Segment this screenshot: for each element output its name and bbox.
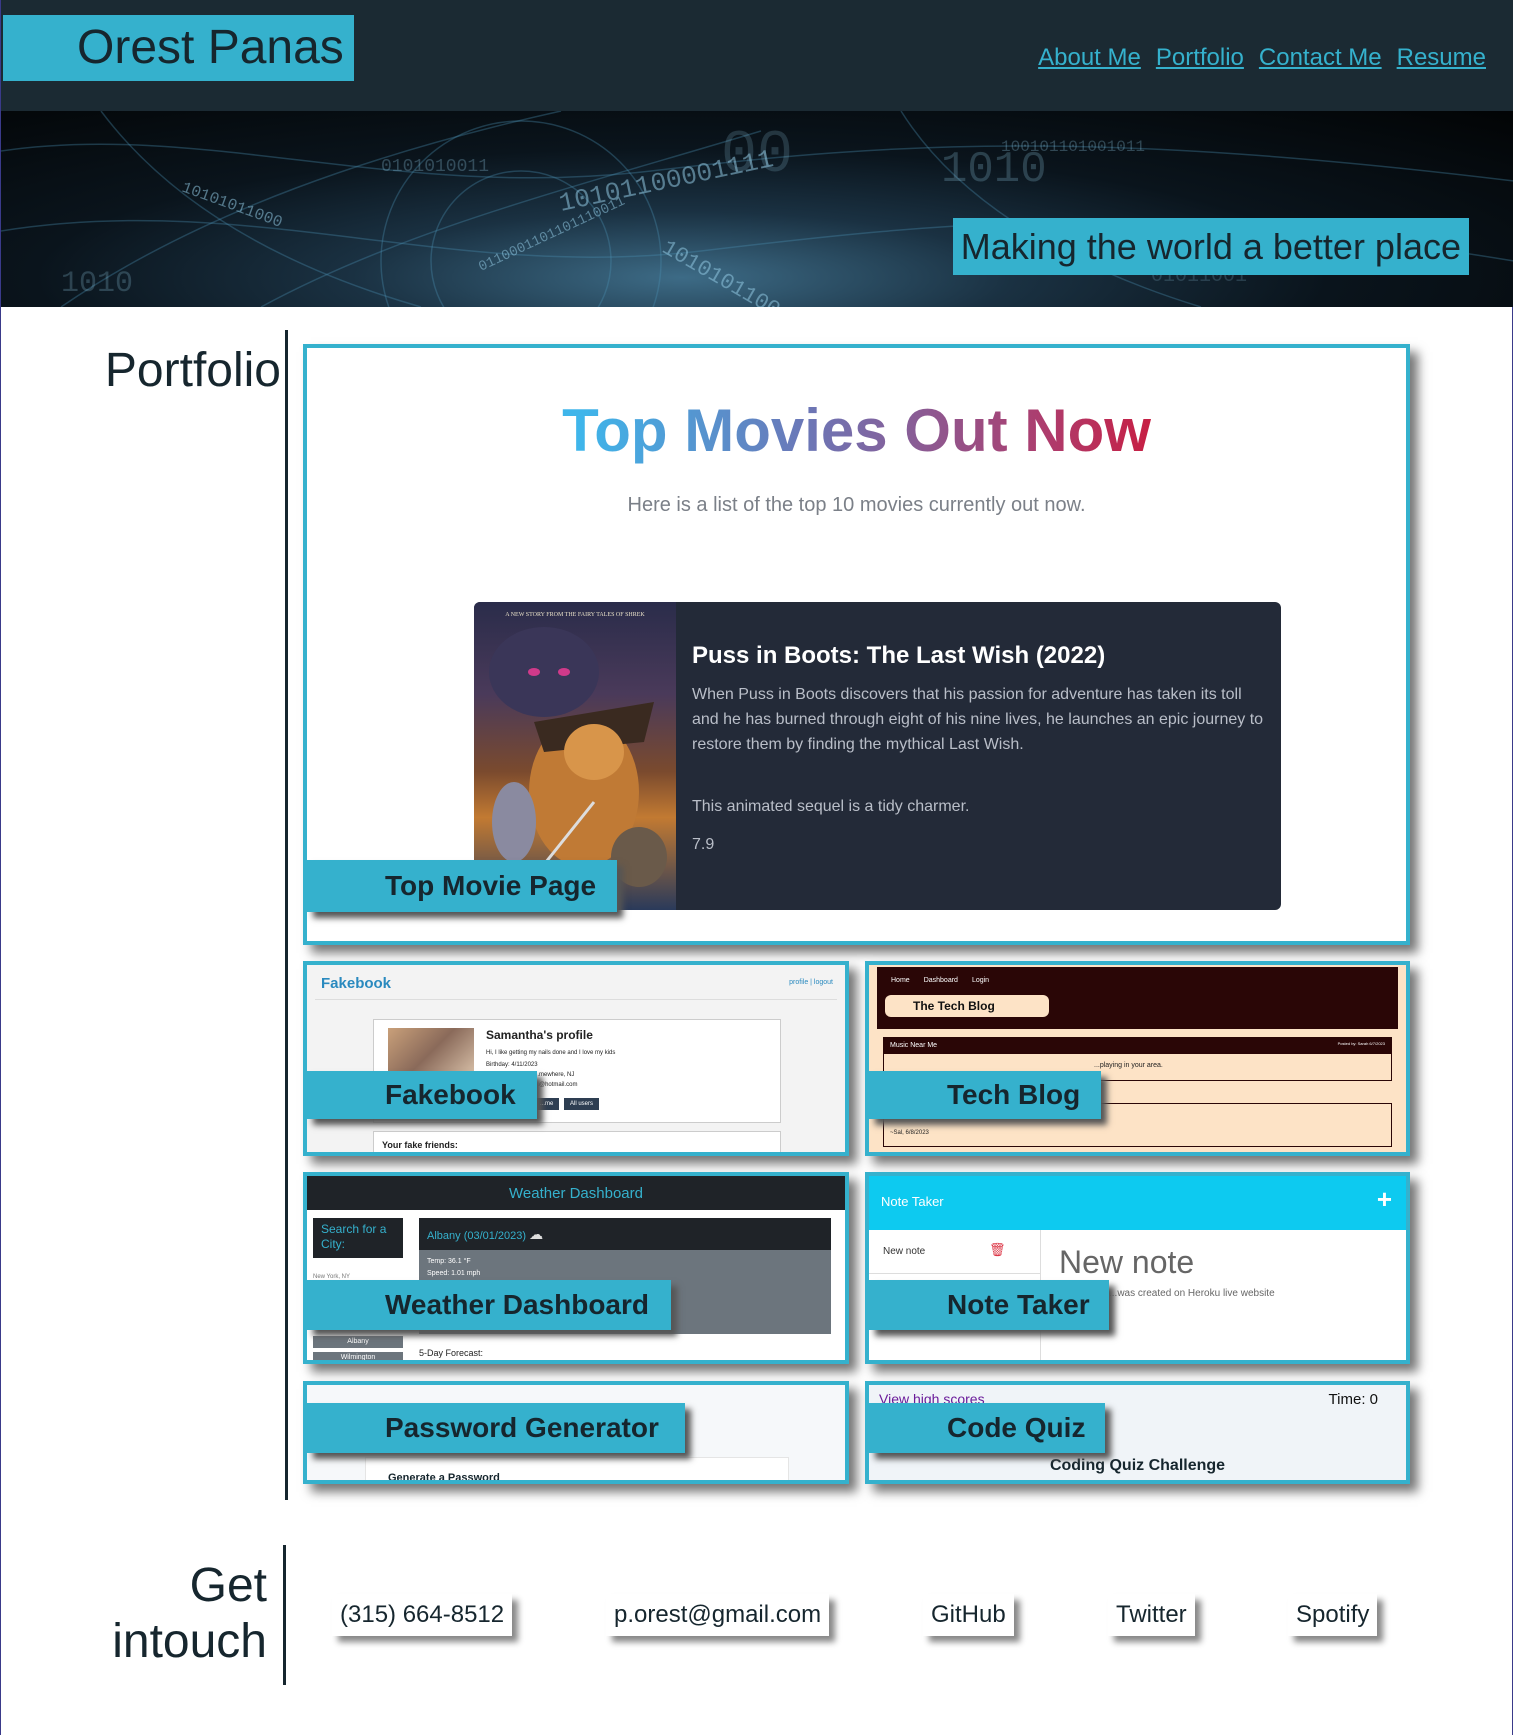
- nav-contact-me[interactable]: Contact Me: [1259, 44, 1382, 72]
- project-label-top-movie-page: Top Movie Page: [307, 860, 617, 912]
- portfolio-divider: [285, 330, 288, 1500]
- note-taker-preview: Note Taker + New note 🗑 New note ...was …: [869, 1176, 1406, 1360]
- project-card-code-quiz[interactable]: View high scores Time: 0 Coding Quiz Cha…: [865, 1381, 1410, 1484]
- profile-button-1: ...me: [534, 1098, 560, 1110]
- movie-description: When Puss in Boots discovers that his pa…: [692, 686, 1264, 753]
- trash-icon: 🗑: [989, 1242, 1006, 1257]
- plus-icon: +: [1376, 1184, 1392, 1214]
- poster-caption: A NEW STORY FROM THE FAIRY TALES OF SHRE…: [505, 612, 645, 618]
- svg-text:0110001101101110011: 0110001101101110011: [476, 194, 627, 276]
- weather-wind: Speed: 1.01 mph: [427, 1270, 481, 1277]
- note-list-item: New note 🗑: [869, 1230, 1040, 1274]
- note-body: ...was created on Heroku live website: [1109, 1288, 1275, 1299]
- project-card-weather-dashboard[interactable]: Weather Dashboard Search for a City: New…: [303, 1172, 849, 1364]
- portfolio-title: Portfolio: [104, 344, 281, 397]
- profile-birthday: Birthday: 4/11/2023: [486, 1062, 538, 1068]
- tech-blog-nav-home: Home: [891, 977, 910, 984]
- weather-temp: Temp: 36.1 °F: [427, 1258, 471, 1265]
- profile-location: ...mewhere, NJ: [534, 1072, 575, 1078]
- fakebook-friends-card: Your fake friends:: [373, 1131, 781, 1152]
- svg-text:100101101001011: 100101101001011: [1001, 138, 1145, 156]
- note-list-item-title: New note: [883, 1246, 926, 1257]
- nav-portfolio[interactable]: Portfolio: [1156, 44, 1244, 72]
- weather-forecast-heading: 5-Day Forecast:: [419, 1348, 484, 1358]
- preview-movies-heading: Top Movies Out Now: [307, 396, 1406, 465]
- project-label-weather-dashboard: Weather Dashboard: [307, 1280, 671, 1330]
- contact-title: Get intouch: [112, 1559, 267, 1668]
- profile-button-all-users: All users: [564, 1098, 600, 1110]
- weather-history-albany: Albany: [313, 1336, 403, 1348]
- movie-rating: 7.9: [692, 836, 715, 853]
- preview-movies-subheading: Here is a list of the top 10 movies curr…: [627, 494, 1086, 516]
- project-card-password-generator[interactable]: Generate a Password Password Generator: [303, 1381, 849, 1484]
- hero-banner: 10101100001111 0110001101101110011 10101…: [1, 111, 1513, 307]
- profile-email: ...@hotmail.com: [534, 1082, 578, 1088]
- svg-text:1010: 1010: [61, 267, 133, 301]
- weather-title: Weather Dashboard: [307, 1176, 845, 1210]
- cloud-icon: ☁: [529, 1226, 544, 1242]
- project-label-tech-blog: Tech Blog: [869, 1071, 1101, 1119]
- binary-background-image: 10101100001111 0110001101101110011 10101…: [1, 111, 1513, 307]
- contact-spotify-link[interactable]: Spotify: [1288, 1594, 1378, 1636]
- svg-text:1010101100: 1010101100: [658, 235, 785, 307]
- project-label-code-quiz: Code Quiz: [869, 1403, 1105, 1453]
- project-card-tech-blog[interactable]: Home Dashboard Login The Tech Blog Music…: [865, 961, 1410, 1156]
- svg-text:00: 00: [721, 122, 793, 190]
- contact-phone-link[interactable]: (315) 664-8512: [332, 1594, 513, 1636]
- quiz-timer: Time: 0: [1328, 1391, 1378, 1408]
- post-meta: Posted by: Sarah 6/7/2023: [1337, 1041, 1385, 1046]
- tech-blog-header: Home Dashboard Login The Tech Blog: [877, 967, 1398, 1029]
- tech-blog-nav-login: Login: [971, 977, 990, 984]
- svg-text:0101010011: 0101010011: [381, 157, 489, 177]
- project-card-note-taker[interactable]: Note Taker + New note 🗑 New note ...was …: [865, 1172, 1410, 1364]
- friends-heading: Your fake friends:: [382, 1140, 458, 1150]
- profile-photo: [388, 1028, 474, 1076]
- movie-title: Puss in Boots: The Last Wish (2022): [692, 642, 1106, 669]
- movie-tagline: This animated sequel is a tidy charmer.: [692, 798, 970, 815]
- project-label-note-taker: Note Taker: [869, 1280, 1109, 1330]
- post-body: ...playing in your area.: [1094, 1062, 1163, 1069]
- note-taker-title: Note Taker: [881, 1194, 944, 1209]
- profile-bio: Hi, I like getting my nails done and I l…: [486, 1050, 616, 1056]
- password-generator-heading: Generate a Password: [388, 1472, 500, 1484]
- nav-resume[interactable]: Resume: [1397, 44, 1486, 72]
- site-header: Orest Panas About Me Portfolio Contact M…: [1, 0, 1513, 111]
- weather-city: Albany (03/01/2023) ☁: [419, 1218, 831, 1250]
- contact-divider: [283, 1545, 286, 1685]
- project-label-fakebook: Fakebook: [307, 1071, 537, 1119]
- weather-search-label: Search for a City:: [313, 1218, 403, 1258]
- comment-meta: ~Sal, 6/8/2023: [890, 1130, 929, 1136]
- fakebook-preview: Fakebook profile | logout Samantha's pro…: [307, 965, 845, 1152]
- fakebook-brand: Fakebook: [321, 975, 392, 992]
- profile-title: Samantha's profile: [486, 1028, 593, 1042]
- note-taker-navbar: Note Taker +: [869, 1176, 1406, 1230]
- tagline: Making the world a better place: [952, 218, 1469, 275]
- main-nav: About Me Portfolio Contact Me Resume: [1038, 44, 1486, 72]
- password-generator-card: Generate a Password: [365, 1457, 789, 1484]
- note-title: New note: [1059, 1244, 1195, 1280]
- post-title: Music Near Me: [884, 1038, 1391, 1054]
- contact-twitter-link[interactable]: Twitter: [1108, 1594, 1195, 1636]
- weather-preview: Weather Dashboard Search for a City: New…: [307, 1176, 845, 1360]
- project-card-top-movie-page[interactable]: Top Movies Out Now Here is a list of the…: [303, 344, 1410, 945]
- contact-email-link[interactable]: p.orest@gmail.com: [606, 1594, 830, 1636]
- tech-blog-nav-dashboard: Dashboard: [923, 977, 958, 984]
- tech-blog-brand: The Tech Blog: [885, 995, 1049, 1017]
- project-card-fakebook[interactable]: Fakebook profile | logout Samantha's pro…: [303, 961, 849, 1156]
- nav-about-me[interactable]: About Me: [1038, 44, 1141, 72]
- weather-history-wilmington: Wilmington: [313, 1352, 403, 1360]
- site-name: Orest Panas: [3, 15, 354, 81]
- contact-github-link[interactable]: GitHub: [923, 1594, 1014, 1636]
- fakebook-top-links: profile | logout: [789, 979, 833, 986]
- tech-blog-preview: Home Dashboard Login The Tech Blog Music…: [869, 965, 1406, 1152]
- project-label-password-generator: Password Generator: [307, 1403, 685, 1453]
- quiz-heading: Coding Quiz Challenge: [1049, 1457, 1226, 1474]
